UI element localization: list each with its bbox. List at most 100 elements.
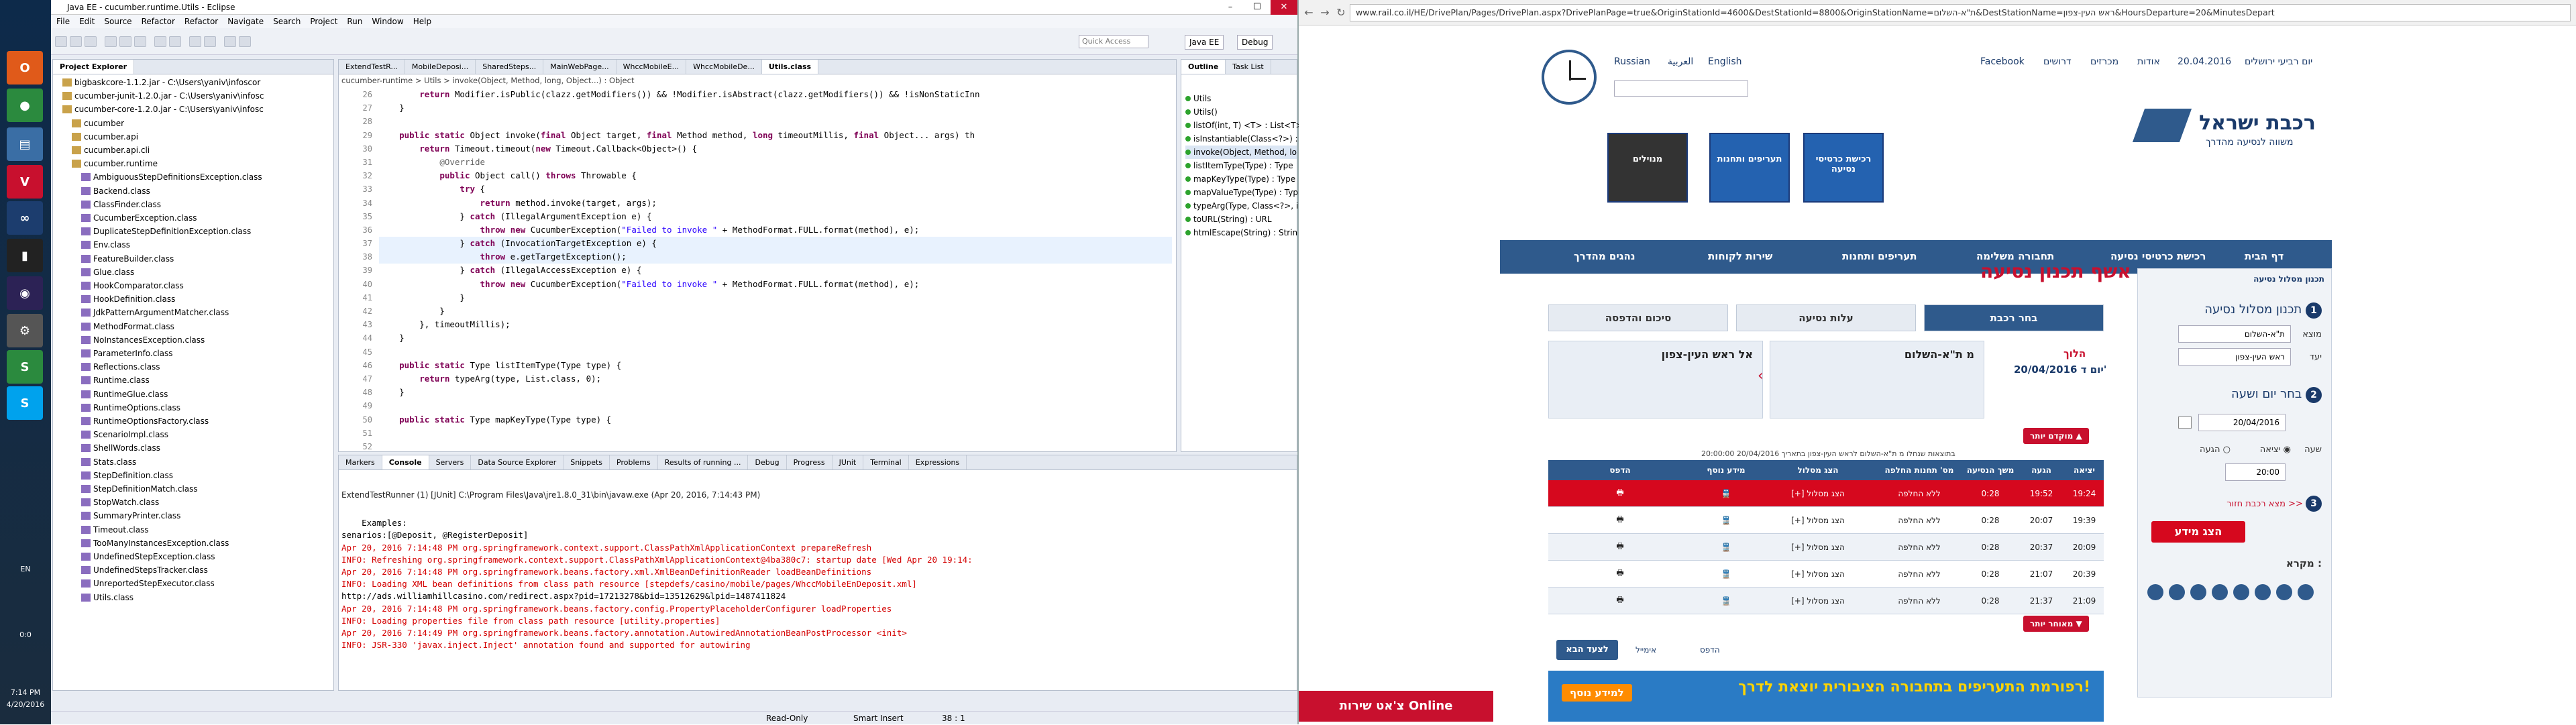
code-area[interactable]: return Modifier.isPublic(clazz.getModifi… [379, 88, 1172, 427]
new-class-icon[interactable] [169, 36, 181, 47]
train-info-icon[interactable]: 🚆 [1692, 480, 1760, 506]
show-info-button[interactable]: הצג מידע [2151, 521, 2245, 543]
tree-item[interactable]: Timeout.class [53, 523, 149, 537]
train-info-icon[interactable]: 🚆 [1692, 534, 1760, 560]
tree-item[interactable]: RuntimeGlue.class [53, 388, 168, 401]
tree-item[interactable]: FeatureBuilder.class [53, 252, 174, 266]
step-3-tab[interactable]: סיכום והדפסה [1548, 304, 1728, 331]
date-input[interactable]: 20/04/2016 [2198, 414, 2286, 431]
train-info-icon[interactable]: 🚆 [1692, 561, 1760, 587]
editor-tab[interactable]: WhccMobileDe... [686, 60, 762, 74]
skype-icon[interactable]: S [7, 386, 43, 420]
tree-item[interactable]: ShellWords.class [53, 441, 160, 455]
tree-item[interactable]: AmbiguousStepDefinitionsException.class [53, 170, 262, 184]
bottom-tab[interactable]: Expressions [909, 455, 967, 469]
tree-item[interactable]: UndefinedStepException.class [53, 550, 215, 563]
fare-reform-banner[interactable]: רפורמת התעריפים בתחבורה הציבורית יוצאת ל… [1548, 671, 2104, 722]
outline-item[interactable]: listOf(int, T) <T> : List<T> [1185, 119, 1303, 132]
promo-fares[interactable]: תעריפים ותחנות [1709, 133, 1790, 203]
print-icon[interactable]: 🖶 [1548, 534, 1692, 560]
link-jobs[interactable]: דרושים [2043, 56, 2072, 67]
search-icon[interactable] [189, 36, 201, 47]
app-s-icon[interactable]: S [7, 350, 43, 384]
promo-tickets[interactable]: רכישת כרטיסי נסיעה [1803, 133, 1884, 203]
tab-task-list[interactable]: Task List [1226, 60, 1271, 74]
bottom-tab[interactable]: Problems [610, 455, 658, 469]
tree-item[interactable]: cucumber.api [53, 130, 138, 144]
trip-row[interactable]: 20:39 21:07 0:28 ללא החלפה [+] הצג מסלול 🚆 🖶 [1548, 561, 2104, 588]
menu-refactor[interactable]: Refactor [184, 15, 218, 28]
planner-step-3[interactable]: מצא רכבת חזור >> 3 [2226, 496, 2322, 512]
print-icon[interactable]: 🖶 [1548, 561, 1692, 587]
tree-item[interactable]: Env.class [53, 238, 130, 252]
link-about[interactable]: אודות [2137, 56, 2160, 67]
tree-item[interactable]: JdkPatternArgumentMatcher.class [53, 306, 229, 319]
editor-tab[interactable]: MobileDeposi... [405, 60, 476, 74]
promo-mobility[interactable]: מנוילים [1607, 133, 1688, 203]
start-office-icon[interactable]: O [7, 51, 43, 85]
language-indicator[interactable]: EN [0, 565, 51, 573]
menu-run[interactable]: Run [347, 15, 362, 28]
link-facebook[interactable]: Facebook [1980, 56, 2025, 67]
lang-russian[interactable]: Russian [1614, 56, 1650, 67]
tree-item[interactable]: cucumber.runtime [53, 157, 158, 170]
tree-item[interactable]: Stats.class [53, 455, 136, 469]
bottom-tab[interactable]: Data Source Explorer [471, 455, 564, 469]
tree-item[interactable]: RuntimeOptionsFactory.class [53, 414, 209, 428]
forward-arrow-icon[interactable]: → [1318, 5, 1332, 20]
trip-row[interactable]: 19:24 19:52 0:28 ללא החלפה [+] הצג מסלול 🚆 🖶 [1548, 480, 2104, 507]
run-icon[interactable] [119, 36, 131, 47]
time-select[interactable]: 20:00 [2225, 463, 2286, 481]
tree-item[interactable]: UnreportedStepExecutor.class [53, 577, 215, 590]
outline-item[interactable]: isInstantiable(Class<?>) : b [1185, 132, 1305, 146]
bottom-tab[interactable]: Snippets [564, 455, 610, 469]
trip-route[interactable]: [+] הצג מסלול [1760, 588, 1876, 614]
outline-item[interactable]: Utils [1185, 92, 1211, 105]
bottom-tab[interactable]: Debug [748, 455, 787, 469]
external-tools-icon[interactable] [134, 36, 146, 47]
menu-search[interactable]: Search [273, 15, 301, 28]
new-icon[interactable] [55, 36, 67, 47]
menu-edit[interactable]: Edit [79, 15, 95, 28]
earlier-trains-button[interactable]: מוקדם יותר ▲ [2023, 428, 2089, 444]
menu-navigate[interactable]: Navigate [227, 15, 264, 28]
online-chat-button[interactable]: צ'אט שירות Online [1299, 691, 1493, 722]
bottom-tab[interactable]: Markers [339, 455, 382, 469]
nav-fares[interactable]: תעריפים ותחנות [1842, 250, 1917, 262]
outline-item[interactable]: toURL(String) : URL [1185, 213, 1272, 226]
quick-access-input[interactable]: Quick Access [1079, 35, 1148, 48]
outline-item[interactable]: mapKeyType(Type) : Type [1185, 172, 1295, 186]
next-station-arrow-icon[interactable]: ‹ [1758, 368, 1764, 384]
next-step-button[interactable]: לצעד הבא [1556, 640, 1618, 660]
settings-icon[interactable]: ⚙ [7, 314, 43, 347]
tree-item[interactable]: TooManyInstancesException.class [53, 537, 229, 550]
breadcrumb[interactable]: cucumber-runtime > Utils > invoke(Object… [341, 76, 634, 85]
new-package-icon[interactable] [154, 36, 166, 47]
tree-item[interactable]: Backend.class [53, 184, 150, 198]
menu-refactor[interactable]: Refactor [142, 15, 175, 28]
tree-item[interactable]: StepDefinition.class [53, 469, 173, 482]
bottom-tab[interactable]: Progress [787, 455, 833, 469]
bottom-tab[interactable]: Console [382, 455, 429, 469]
nav-service[interactable]: שירות לקוחות [1708, 250, 1772, 262]
banner-more-info-button[interactable]: למידע נוסף [1562, 684, 1632, 702]
train-info-icon[interactable]: 🚆 [1692, 507, 1760, 533]
trip-row[interactable]: 21:09 21:37 0:28 ללא החלפה [+] הצג מסלול 🚆 🖶 [1548, 588, 2104, 614]
outline-item[interactable]: listItemType(Type) : Type [1185, 159, 1293, 172]
close-icon[interactable]: ✕ [1271, 0, 1297, 15]
minimize-icon[interactable]: – [1217, 0, 1244, 15]
editor-tab[interactable]: ExtendTestR... [339, 60, 405, 74]
tree-item[interactable]: cucumber.api.cli [53, 144, 150, 157]
origin-station-select[interactable]: ת"א-השלום [2178, 325, 2291, 343]
tree-item[interactable]: Runtime.class [53, 374, 150, 387]
maximize-icon[interactable]: ☐ [1244, 0, 1271, 15]
trip-route[interactable]: [+] הצג מסלול [1760, 507, 1876, 533]
print-icon[interactable]: 🖶 [1548, 480, 1692, 506]
departure-radio[interactable]: יציאה ◉ [2260, 445, 2291, 455]
perspective-debug[interactable]: Debug [1237, 35, 1273, 50]
menu-file[interactable]: File [56, 15, 70, 28]
open-type-icon[interactable] [204, 36, 216, 47]
tree-item[interactable]: UndefinedStepsTracker.class [53, 563, 208, 577]
tree-item[interactable]: cucumber-junit-1.2.0.jar - C:\Users\yani… [53, 89, 264, 103]
later-trains-button[interactable]: מאוחר יותר ▼ [2023, 616, 2089, 632]
